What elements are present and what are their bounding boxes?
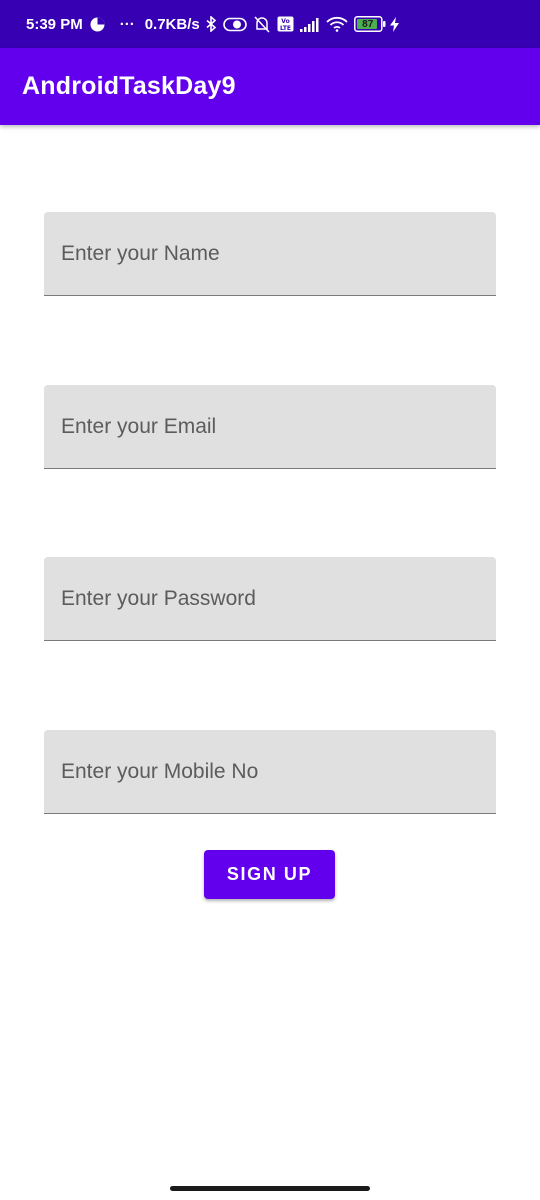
- svg-text:LTE: LTE: [280, 25, 291, 32]
- wifi-icon: [326, 16, 348, 32]
- data-saver-icon: [89, 16, 106, 33]
- charging-icon: [389, 16, 399, 32]
- email-field[interactable]: [44, 385, 496, 469]
- bluetooth-icon: [206, 16, 217, 32]
- signal-icon: [299, 17, 320, 32]
- name-input[interactable]: [44, 212, 496, 295]
- app-title: AndroidTaskDay9: [22, 72, 236, 100]
- battery-level: 87: [362, 18, 374, 30]
- network-speed: 0.7KB/s: [144, 15, 200, 33]
- svg-text:Vo: Vo: [281, 18, 289, 25]
- mute-icon: [253, 15, 271, 33]
- eye-care-icon: [222, 17, 247, 32]
- password-field[interactable]: [44, 557, 496, 641]
- signup-button[interactable]: SIGN UP: [204, 850, 335, 899]
- battery-icon: 87: [353, 16, 386, 32]
- status-bar: 5:39 PM ··· 0.7KB/s Vo LTE 87: [0, 0, 540, 48]
- email-input[interactable]: [44, 385, 496, 468]
- password-input[interactable]: [44, 557, 496, 640]
- status-time: 5:39 PM: [26, 15, 83, 33]
- volte-icon: Vo LTE: [277, 16, 294, 32]
- mobile-input[interactable]: [44, 730, 496, 813]
- mobile-field[interactable]: [44, 730, 496, 814]
- name-field[interactable]: [44, 212, 496, 296]
- gesture-nav-handle[interactable]: [170, 1186, 370, 1191]
- app-bar: AndroidTaskDay9: [0, 48, 540, 125]
- more-notifications-icon: ···: [119, 15, 135, 33]
